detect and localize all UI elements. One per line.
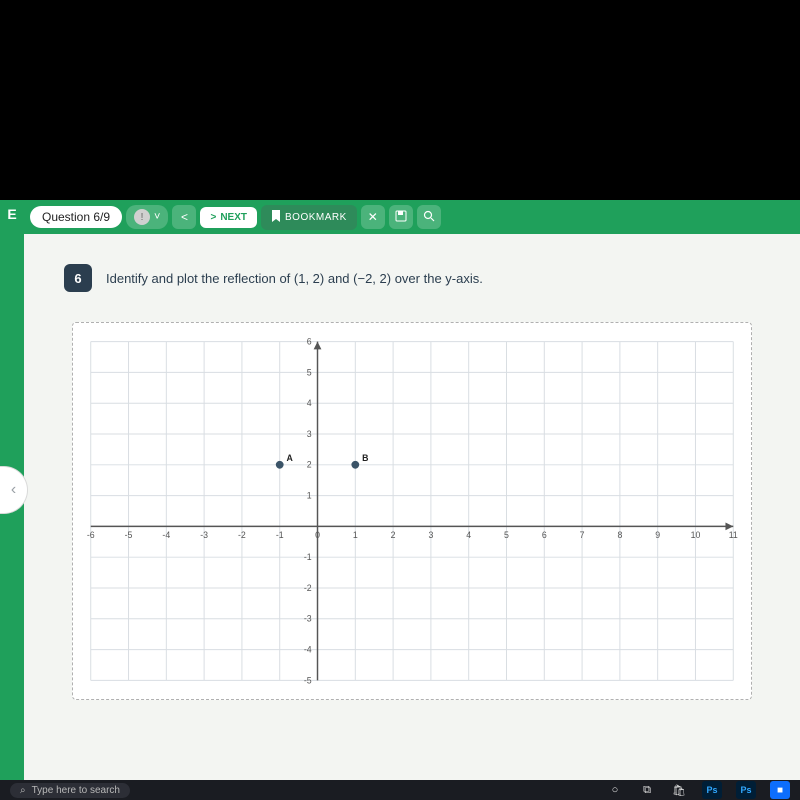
chevron-right-icon: > xyxy=(210,212,216,223)
chevron-left-icon: ‹ xyxy=(11,481,16,499)
svg-text:-4: -4 xyxy=(304,645,312,655)
camera-icon[interactable]: ■ xyxy=(770,781,790,799)
svg-text:-2: -2 xyxy=(238,530,246,540)
save-button[interactable] xyxy=(389,205,413,229)
svg-text:0: 0 xyxy=(315,530,320,540)
next-label: NEXT xyxy=(220,212,247,223)
cortana-icon[interactable]: ○ xyxy=(606,781,624,799)
close-icon: ✕ xyxy=(368,210,378,224)
svg-text:7: 7 xyxy=(580,530,585,540)
photoshop-icon[interactable]: Ps xyxy=(702,781,722,799)
alert-dropdown[interactable]: ! ˅ xyxy=(126,205,168,229)
photoshop-icon-2[interactable]: Ps xyxy=(736,781,756,799)
svg-text:6: 6 xyxy=(542,530,547,540)
svg-text:5: 5 xyxy=(307,367,312,377)
svg-text:-1: -1 xyxy=(276,530,284,540)
svg-text:8: 8 xyxy=(617,530,622,540)
bookmark-button[interactable]: BOOKMARK xyxy=(261,205,357,230)
search-icon: ⌕ xyxy=(20,785,26,796)
search-icon xyxy=(423,210,435,225)
close-button[interactable]: ✕ xyxy=(361,205,385,229)
search-placeholder: Type here to search xyxy=(32,785,120,796)
svg-text:10: 10 xyxy=(691,530,701,540)
svg-text:4: 4 xyxy=(307,398,312,408)
svg-text:11: 11 xyxy=(729,530,738,540)
svg-text:1: 1 xyxy=(353,530,358,540)
svg-text:-2: -2 xyxy=(304,583,312,593)
question-counter[interactable]: Question 6/9 xyxy=(30,206,122,228)
app-window: E ‹ Question 6/9 ! ˅ < > NEXT BOOKMARK xyxy=(0,200,800,780)
brand-logo: E xyxy=(7,206,16,222)
svg-text:-1: -1 xyxy=(304,552,312,562)
alert-icon: ! xyxy=(134,209,150,225)
content-column: Question 6/9 ! ˅ < > NEXT BOOKMARK ✕ xyxy=(24,200,800,780)
chevron-left-icon: < xyxy=(181,210,188,224)
svg-text:-5: -5 xyxy=(304,675,312,685)
svg-text:9: 9 xyxy=(655,530,660,540)
save-icon xyxy=(395,210,407,225)
top-toolbar: Question 6/9 ! ˅ < > NEXT BOOKMARK ✕ xyxy=(24,200,800,234)
graph-container[interactable]: -6-5-4-3-2-101234567891011123456-1-2-3-4… xyxy=(72,322,752,700)
svg-text:1: 1 xyxy=(307,491,312,501)
svg-text:2: 2 xyxy=(391,530,396,540)
svg-text:-3: -3 xyxy=(200,530,208,540)
svg-text:A: A xyxy=(287,453,294,463)
prev-button[interactable]: < xyxy=(172,205,196,229)
chevron-down-icon: ˅ xyxy=(154,211,160,223)
windows-taskbar: ⌕ Type here to search ○ ⧉ 🛍 Ps Ps ■ xyxy=(0,780,800,800)
svg-text:4: 4 xyxy=(466,530,471,540)
letterbox-top xyxy=(0,0,800,200)
svg-text:3: 3 xyxy=(428,530,433,540)
svg-text:-6: -6 xyxy=(87,530,95,540)
svg-text:5: 5 xyxy=(504,530,509,540)
svg-text:-3: -3 xyxy=(304,614,312,624)
svg-text:6: 6 xyxy=(307,337,312,347)
taskbar-search[interactable]: ⌕ Type here to search xyxy=(10,783,130,798)
bookmark-icon xyxy=(271,210,281,225)
svg-text:-4: -4 xyxy=(162,530,170,540)
question-text: Identify and plot the reflection of (1, … xyxy=(106,271,483,286)
svg-text:3: 3 xyxy=(307,429,312,439)
next-button[interactable]: > NEXT xyxy=(200,207,257,228)
svg-text:-5: -5 xyxy=(125,530,133,540)
svg-text:B: B xyxy=(362,453,368,463)
question-area: 6 Identify and plot the reflection of (1… xyxy=(24,234,800,780)
store-icon[interactable]: 🛍 xyxy=(670,781,688,799)
taskview-icon[interactable]: ⧉ xyxy=(638,781,656,799)
bookmark-label: BOOKMARK xyxy=(285,212,347,223)
svg-text:2: 2 xyxy=(307,460,312,470)
coordinate-plane[interactable]: -6-5-4-3-2-101234567891011123456-1-2-3-4… xyxy=(81,331,743,691)
question-number-badge: 6 xyxy=(64,264,92,292)
search-button[interactable] xyxy=(417,205,441,229)
question-header: 6 Identify and plot the reflection of (1… xyxy=(64,264,760,292)
